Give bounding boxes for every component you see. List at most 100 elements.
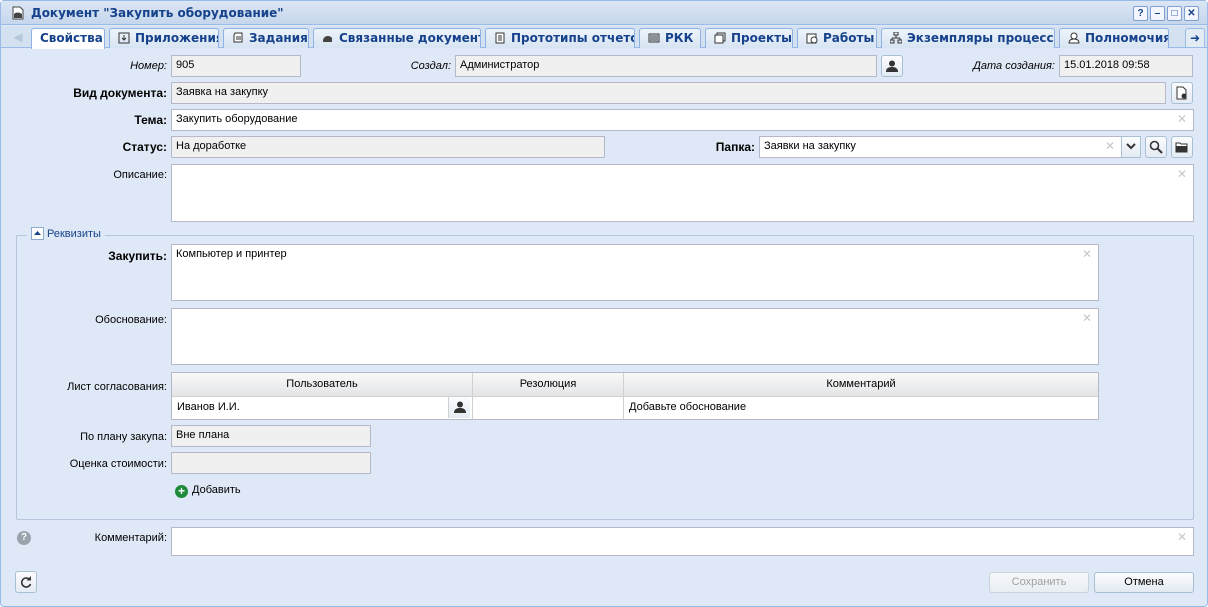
maximize-button[interactable]: □	[1167, 6, 1182, 21]
subject-input[interactable]: Закупить оборудование	[171, 109, 1194, 131]
user-icon	[454, 401, 466, 413]
comment-cell[interactable]: Добавьте обоснование	[624, 397, 1098, 419]
buy-label: Закупить:	[108, 249, 167, 263]
tab-scroll-right-icon[interactable]: ➜	[1185, 28, 1205, 48]
created-date-label: Дата создания:	[973, 60, 1055, 72]
window-title: Документ "Закупить оборудование"	[31, 6, 284, 20]
column-user[interactable]: Пользователь	[172, 373, 473, 396]
tab-label: Связанные документы	[339, 31, 481, 45]
clear-subject-icon[interactable]: ✕	[1177, 112, 1187, 126]
requisites-legend[interactable]: Реквизиты	[27, 227, 105, 241]
clear-folder-icon[interactable]: ✕	[1105, 139, 1115, 153]
clear-buy-icon[interactable]: ✕	[1082, 247, 1092, 261]
created-by-field[interactable]: Администратор	[455, 55, 877, 77]
barcode-icon	[648, 33, 660, 43]
tab-properties[interactable]: Свойства	[31, 28, 105, 49]
attachment-icon	[118, 32, 130, 44]
tab-process-instances[interactable]: Экземпляры процессов	[881, 28, 1055, 48]
projects-icon	[714, 32, 726, 44]
tab-projects[interactable]: Проекты	[705, 28, 793, 48]
plan-field[interactable]: Вне плана	[171, 425, 371, 447]
grid-header: Пользователь Резолюция Комментарий	[172, 373, 1098, 397]
document-icon	[12, 6, 24, 20]
tab-label: Экземпляры процессов	[907, 31, 1055, 45]
refresh-icon	[20, 576, 32, 588]
add-button[interactable]: + Добавить	[175, 484, 241, 498]
description-textarea[interactable]	[171, 164, 1194, 222]
created-date-field[interactable]: 15.01.2018 09:58	[1059, 55, 1193, 77]
clear-description-icon[interactable]: ✕	[1177, 167, 1187, 181]
tab-attachments[interactable]: Приложения	[109, 28, 219, 48]
folder-search-button[interactable]	[1145, 136, 1167, 158]
user-value: Иванов И.И.	[177, 401, 240, 413]
add-label: Добавить	[192, 484, 241, 496]
status-field[interactable]: На доработке	[171, 136, 605, 158]
help-tool-button[interactable]: ?	[1133, 6, 1148, 21]
tab-label: Работы	[823, 31, 875, 45]
select-creator-button[interactable]	[881, 55, 903, 77]
tab-label: Приложения	[135, 31, 219, 45]
clear-comment-icon[interactable]: ✕	[1177, 530, 1187, 544]
works-icon	[806, 33, 818, 44]
doc-type-label: Вид документа:	[73, 86, 167, 100]
report-icon	[495, 32, 505, 44]
cancel-button[interactable]: Отмена	[1094, 572, 1194, 593]
requisites-legend-label: Реквизиты	[47, 228, 101, 240]
subject-label: Тема:	[134, 113, 167, 127]
buy-textarea[interactable]: Компьютер и принтер	[171, 244, 1099, 301]
help-icon[interactable]: ?	[17, 531, 31, 545]
tab-scroll-left-icon[interactable]: ◀	[9, 28, 27, 48]
number-label: Номер:	[130, 60, 167, 72]
folder-dropdown-button[interactable]	[1121, 136, 1141, 158]
column-comment[interactable]: Комментарий	[624, 373, 1098, 396]
folder-icon	[1175, 142, 1188, 153]
save-button[interactable]: Сохранить	[989, 572, 1089, 593]
minimize-button[interactable]: –	[1150, 6, 1165, 21]
close-button[interactable]: ✕	[1184, 6, 1199, 21]
reason-label: Обоснование:	[95, 314, 167, 326]
folder-open-button[interactable]	[1171, 136, 1193, 158]
plus-icon: +	[175, 485, 188, 498]
tab-tasks[interactable]: Задания	[223, 28, 309, 48]
window-tools: ? – □ ✕	[1133, 6, 1199, 21]
search-icon	[1149, 140, 1163, 154]
approval-grid: Пользователь Резолюция Комментарий Ивано…	[171, 372, 1099, 420]
task-icon	[233, 32, 243, 43]
cost-label: Оценка стоимости:	[69, 458, 167, 470]
plan-label: По плану закупа:	[80, 431, 167, 443]
chevron-down-icon	[1126, 143, 1136, 150]
comment-label: Комментарий:	[94, 532, 167, 544]
refresh-button[interactable]	[15, 571, 37, 593]
collapse-icon[interactable]	[31, 227, 44, 240]
tab-label: Задания	[249, 31, 308, 45]
number-field[interactable]: 905	[171, 55, 301, 77]
properties-panel: Номер: 905 Создал: Администратор Дата со…	[7, 49, 1201, 602]
folder-combo[interactable]: Заявки на закупку	[759, 136, 1141, 158]
tab-label: Свойства	[40, 31, 103, 45]
select-user-button[interactable]	[448, 397, 470, 418]
user-cell[interactable]: Иванов И.И.	[172, 397, 473, 419]
tab-works[interactable]: Работы	[797, 28, 877, 48]
created-by-label: Создал:	[410, 60, 451, 72]
reason-textarea[interactable]	[171, 308, 1099, 365]
description-label: Описание:	[113, 169, 167, 181]
resolution-cell[interactable]	[473, 397, 624, 419]
tab-label: Проекты	[731, 31, 792, 45]
comment-textarea[interactable]	[171, 527, 1194, 556]
tab-linked-docs[interactable]: Связанные документы	[313, 28, 481, 48]
tab-report-prototypes[interactable]: Прототипы отчетов	[485, 28, 635, 48]
document-window: Документ "Закупить оборудование" ? – □ ✕…	[0, 0, 1208, 607]
table-row[interactable]: Иванов И.И. Добавьте обоснование	[172, 397, 1098, 419]
clear-reason-icon[interactable]: ✕	[1082, 311, 1092, 325]
process-icon	[890, 32, 902, 44]
doc-type-settings-button[interactable]	[1171, 82, 1193, 104]
tab-rkk[interactable]: РКК	[639, 28, 701, 48]
linked-docs-icon	[323, 36, 332, 42]
tab-permissions[interactable]: Полномочия	[1059, 28, 1169, 48]
cost-field[interactable]	[171, 452, 371, 474]
column-resolution[interactable]: Резолюция	[473, 373, 624, 396]
tab-label: Полномочия	[1085, 31, 1169, 45]
doc-type-field[interactable]: Заявка на закупку	[171, 82, 1166, 104]
approval-sheet-label: Лист согласования:	[67, 381, 167, 393]
window-titlebar[interactable]: Документ "Закупить оборудование" ? – □ ✕	[1, 1, 1207, 25]
